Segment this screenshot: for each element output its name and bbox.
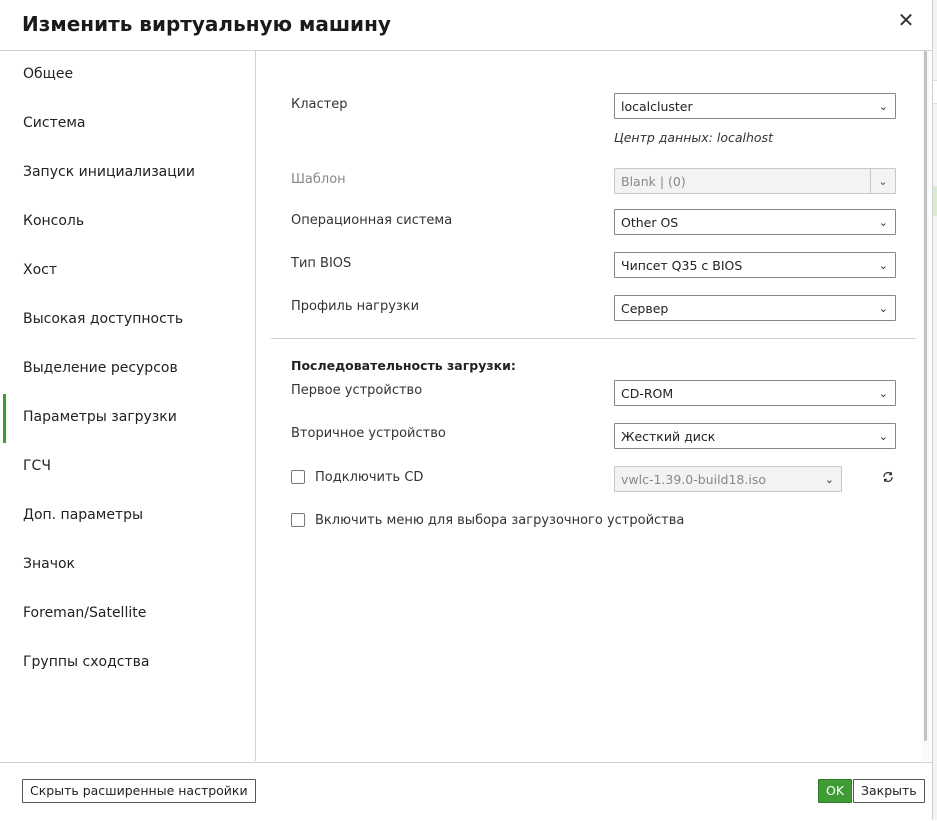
- edit-vm-dialog: Изменить виртуальную машину ✕ Общее Сист…: [0, 0, 933, 820]
- cd-image-select-value: vwlc-1.39.0-build18.iso: [621, 472, 766, 487]
- sidebar-item-resource-allocation[interactable]: Выделение ресурсов: [0, 345, 255, 394]
- sidebar-item-general[interactable]: Общее: [0, 51, 255, 100]
- attach-cd-checkbox[interactable]: [291, 470, 305, 484]
- scrollbar[interactable]: [922, 51, 930, 761]
- bios-select-value: Чипсет Q35 с BIOS: [621, 258, 743, 273]
- second-device-label: Вторичное устройство: [291, 426, 446, 441]
- datacenter-note: Центр данных: localhost: [614, 130, 773, 145]
- sidebar-item-initial-run[interactable]: Запуск инициализации: [0, 149, 255, 198]
- refresh-icon[interactable]: [882, 471, 894, 487]
- template-label: Шаблон: [291, 172, 346, 187]
- sidebar-item-custom-properties[interactable]: Доп. параметры: [0, 492, 255, 541]
- first-device-label: Первое устройство: [291, 383, 423, 398]
- close-button[interactable]: Закрыть: [853, 779, 925, 803]
- template-select: Blank | (0) ⌄: [614, 168, 896, 194]
- chevron-down-icon: ⌄: [824, 473, 834, 486]
- first-device-select[interactable]: CD-ROM ⌄: [614, 380, 896, 406]
- second-device-select[interactable]: Жесткий диск ⌄: [614, 423, 896, 449]
- section-divider: [271, 338, 916, 339]
- chevron-down-icon: ⌄: [878, 387, 888, 400]
- attach-cd-label: Подключить CD: [315, 470, 424, 485]
- profile-label: Профиль нагрузки: [291, 299, 420, 314]
- chevron-down-icon: ⌄: [878, 259, 888, 272]
- boot-menu-label: Включить меню для выбора загрузочного ус…: [315, 513, 685, 528]
- scrollbar-thumb[interactable]: [924, 51, 927, 741]
- chevron-down-icon: ⌄: [878, 302, 888, 315]
- first-device-select-value: CD-ROM: [621, 386, 674, 401]
- chevron-down-icon: ⌄: [878, 216, 888, 229]
- dialog-footer: Скрыть расширенные настройки OK Закрыть: [0, 762, 932, 821]
- sidebar-item-affinity-groups[interactable]: Группы сходства: [0, 639, 255, 688]
- profile-select-value: Сервер: [621, 301, 669, 316]
- cluster-select-value: localcluster: [621, 99, 693, 114]
- boot-sequence-title: Последовательность загрузки:: [291, 358, 516, 373]
- sidebar-item-foreman[interactable]: Foreman/Satellite: [0, 590, 255, 639]
- sidebar-item-console[interactable]: Консоль: [0, 198, 255, 247]
- chevron-down-icon: ⌄: [878, 100, 888, 113]
- sidebar-item-boot-options[interactable]: Параметры загрузки: [0, 394, 255, 443]
- sidebar-item-rng[interactable]: ГСЧ: [0, 443, 255, 492]
- cd-image-select: vwlc-1.39.0-build18.iso ⌄: [614, 466, 842, 492]
- sidebar-item-host[interactable]: Хост: [0, 247, 255, 296]
- close-icon[interactable]: ✕: [896, 8, 916, 32]
- os-select-value: Other OS: [621, 215, 679, 230]
- dialog-header: Изменить виртуальную машину ✕: [0, 0, 932, 51]
- sidebar-item-icon[interactable]: Значок: [0, 541, 255, 590]
- bios-label: Тип BIOS: [291, 256, 352, 271]
- chevron-down-icon: ⌄: [878, 430, 888, 443]
- cluster-label: Кластер: [291, 97, 348, 112]
- sidebar-item-system[interactable]: Система: [0, 100, 255, 149]
- boot-menu-checkbox[interactable]: [291, 513, 305, 527]
- bios-select[interactable]: Чипсет Q35 с BIOS ⌄: [614, 252, 896, 278]
- ok-button[interactable]: OK: [818, 779, 853, 803]
- chevron-down-icon: ⌄: [870, 169, 895, 193]
- cluster-select[interactable]: localcluster ⌄: [614, 93, 896, 119]
- profile-select[interactable]: Сервер ⌄: [614, 295, 896, 321]
- os-label: Операционная система: [291, 213, 453, 228]
- os-select[interactable]: Other OS ⌄: [614, 209, 896, 235]
- dialog-title: Изменить виртуальную машину: [22, 12, 391, 36]
- boot-options-panel: Кластер localcluster ⌄ Центр данных: loc…: [256, 51, 926, 761]
- sidebar: Общее Система Запуск инициализации Консо…: [0, 51, 256, 761]
- hide-advanced-button[interactable]: Скрыть расширенные настройки: [22, 779, 256, 803]
- template-select-value: Blank | (0): [621, 174, 686, 189]
- sidebar-item-high-availability[interactable]: Высокая доступность: [0, 296, 255, 345]
- second-device-select-value: Жесткий диск: [621, 429, 716, 444]
